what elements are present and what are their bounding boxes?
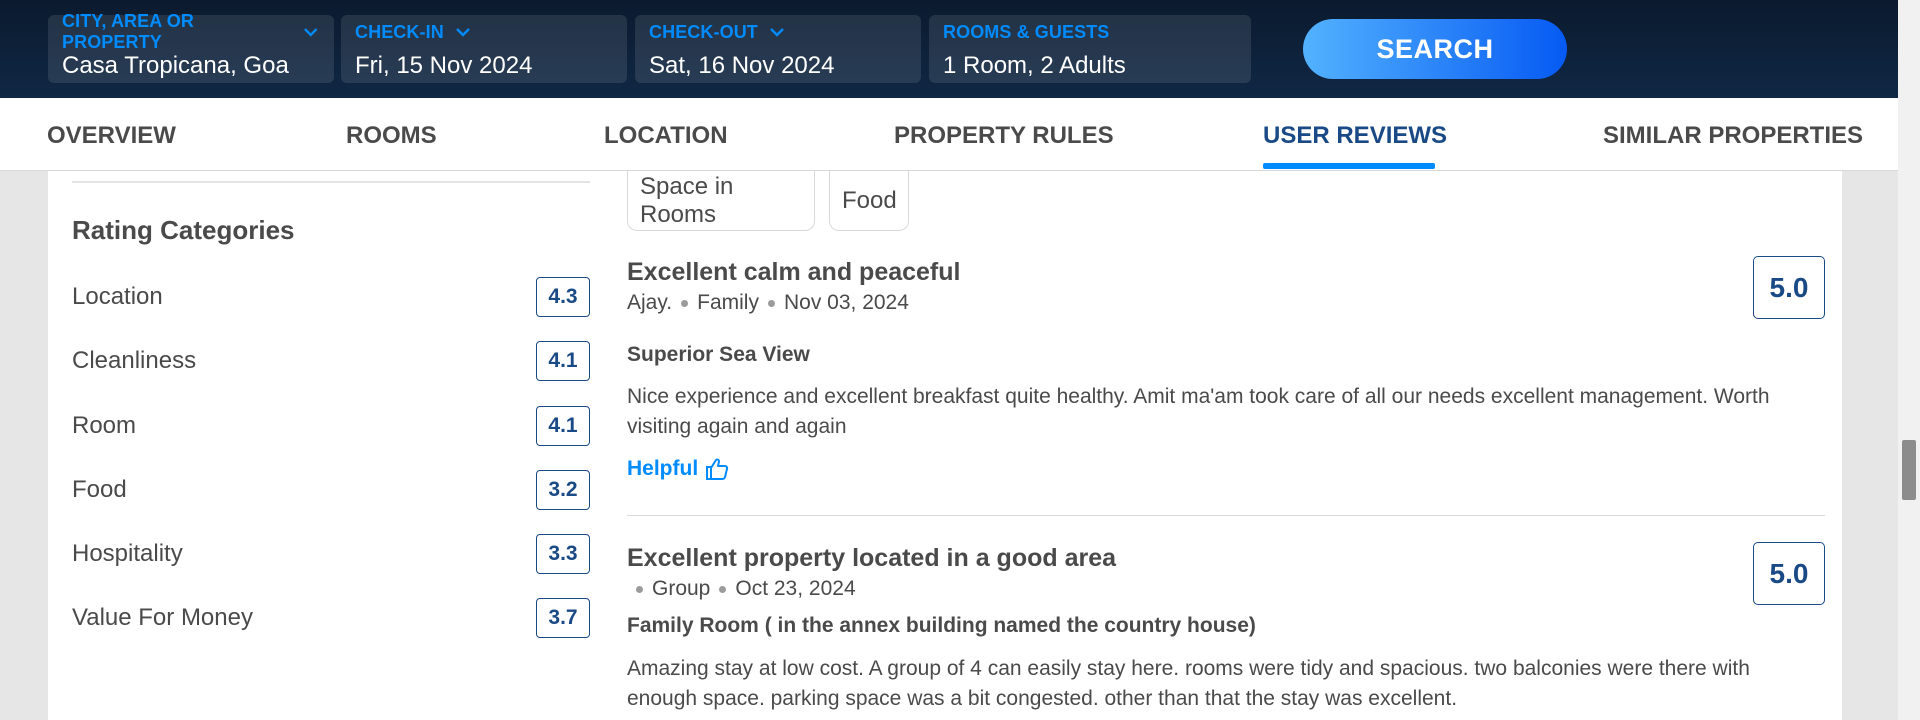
review-date: Oct 23, 2024: [735, 577, 856, 600]
checkout-field-label: CHECK-OUT: [649, 21, 907, 43]
review-date: Nov 03, 2024: [783, 291, 909, 314]
checkin-label-text: CHECK-IN: [355, 21, 444, 42]
category-score: 3.7: [536, 598, 590, 638]
chevron-down-icon: [455, 28, 470, 37]
reviews-section: Rating Categories Location 4.3 Cleanline…: [48, 171, 1842, 720]
separator-dot: [767, 299, 775, 307]
chevron-down-icon: [304, 28, 318, 37]
review-card: Excellent calm and peaceful Ajay. Family…: [627, 256, 1825, 480]
rating-sidebar: Rating Categories Location 4.3 Cleanline…: [72, 171, 590, 720]
section-tabs: OVERVIEW ROOMS LOCATION PROPERTY RULES U…: [0, 98, 1898, 171]
review-meta: Ajay. Family Nov 03, 2024: [627, 291, 909, 315]
review-title: Excellent property located in a good are…: [627, 544, 1117, 572]
review-score: 5.0: [1753, 542, 1825, 605]
guests-label-text: ROOMS & GUESTS: [943, 21, 1110, 42]
review-room-type: Superior Sea View: [627, 343, 810, 366]
rating-category-row: Hospitality 3.3: [72, 534, 590, 574]
city-label-text: CITY, AREA OR PROPERTY: [62, 11, 194, 52]
reviews-list: Space in Rooms Food Excellent calm and p…: [627, 171, 1825, 720]
category-score: 4.1: [536, 341, 590, 381]
review-score: 5.0: [1753, 256, 1825, 319]
separator-dot: [719, 585, 727, 593]
helpful-label: Helpful: [627, 457, 699, 480]
review-text: Amazing stay at low cost. A group of 4 c…: [627, 657, 1750, 710]
review-card: Excellent property located in a good are…: [627, 542, 1825, 720]
checkin-field-label: CHECK-IN: [355, 21, 613, 43]
filter-chip-space-in-rooms[interactable]: Space in Rooms: [627, 171, 815, 231]
review-traveller-type: Family: [697, 291, 759, 314]
chevron-down-icon: [770, 28, 784, 37]
category-score: 3.2: [536, 470, 590, 510]
city-value: Casa Tropicana, Goa: [62, 52, 289, 79]
filter-chip-food[interactable]: Food: [829, 171, 909, 231]
review-text: Nice experience and excellent breakfast …: [627, 385, 1770, 438]
review-author: Ajay.: [627, 291, 673, 314]
category-score: 4.1: [536, 406, 590, 446]
search-button[interactable]: SEARCH: [1303, 19, 1567, 79]
rating-category-row: Food 3.2: [72, 470, 590, 510]
tab-location[interactable]: LOCATION: [604, 122, 728, 150]
tab-similar-properties[interactable]: SIMILAR PROPERTIES: [1603, 122, 1863, 150]
city-field-label: CITY, AREA OR PROPERTY: [62, 11, 320, 52]
checkout-field[interactable]: CHECK-OUT Sat, 16 Nov 2024: [635, 15, 921, 83]
helpful-button[interactable]: Helpful: [627, 456, 730, 482]
checkout-value: Sat, 16 Nov 2024: [649, 52, 835, 79]
rating-category-row: Location 4.3: [72, 277, 590, 317]
guests-field-label: ROOMS & GUESTS: [943, 21, 1237, 43]
checkout-label-text: CHECK-OUT: [649, 21, 758, 42]
review-title: Excellent calm and peaceful: [627, 258, 961, 286]
tab-overview[interactable]: OVERVIEW: [47, 122, 176, 150]
separator-dot: [636, 585, 643, 593]
guests-value: 1 Room, 2 Adults: [943, 52, 1126, 79]
category-name: Cleanliness: [72, 347, 197, 374]
thumbs-up-icon: [706, 458, 729, 480]
divider: [72, 181, 590, 183]
category-name: Food: [72, 476, 127, 503]
rating-categories-title: Rating Categories: [72, 215, 295, 245]
category-name: Room: [72, 412, 137, 439]
rating-category-row: Room 4.1: [72, 406, 590, 446]
scrollbar-thumb[interactable]: [1902, 440, 1916, 500]
city-field[interactable]: CITY, AREA OR PROPERTY Casa Tropicana, G…: [48, 11, 334, 83]
tab-property-rules[interactable]: PROPERTY RULES: [894, 122, 1114, 150]
rating-category-row: Cleanliness 4.1: [72, 341, 590, 381]
tab-user-reviews[interactable]: USER REVIEWS: [1263, 122, 1447, 150]
checkin-field[interactable]: CHECK-IN Fri, 15 Nov 2024: [341, 15, 627, 83]
review-room-type: Family Room ( in the annex building name…: [627, 614, 1256, 637]
separator-dot: [681, 299, 689, 307]
category-name: Value For Money: [72, 604, 253, 631]
tab-rooms[interactable]: ROOMS: [346, 122, 437, 150]
search-bar: CITY, AREA OR PROPERTY Casa Tropicana, G…: [0, 0, 1898, 98]
category-score: 4.3: [536, 277, 590, 317]
active-tab-indicator: [1263, 163, 1435, 169]
checkin-value: Fri, 15 Nov 2024: [355, 52, 533, 79]
review-divider: [627, 515, 1825, 516]
category-name: Location: [72, 283, 163, 310]
rating-category-row: Value For Money 3.7: [72, 598, 590, 638]
guests-field[interactable]: ROOMS & GUESTS 1 Room, 2 Adults: [929, 15, 1251, 83]
category-score: 3.3: [536, 534, 590, 574]
category-name: Hospitality: [72, 540, 183, 567]
page-scrollbar[interactable]: [1898, 0, 1920, 720]
review-meta: Group Oct 23, 2024: [627, 577, 856, 601]
review-traveller-type: Group: [652, 577, 711, 600]
